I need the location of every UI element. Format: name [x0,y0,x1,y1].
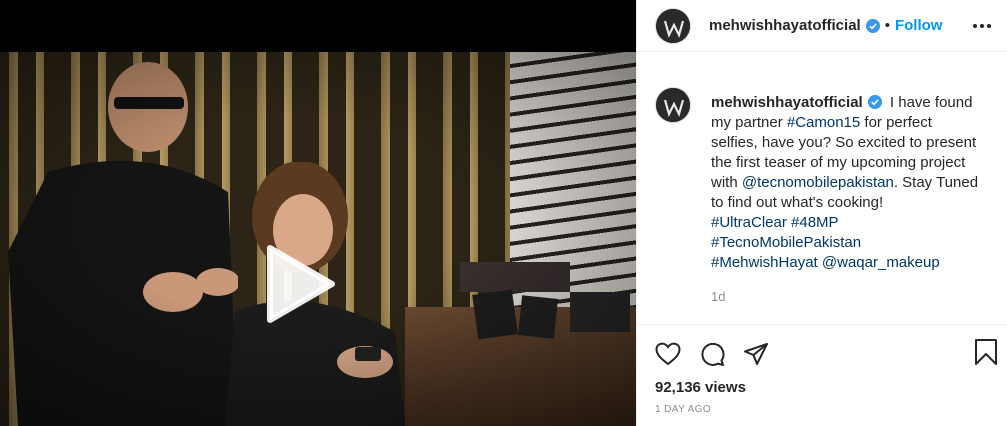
post-actions: 92,136 views 1 DAY AGO [637,324,1007,426]
separator-dot: • [884,17,890,34]
hashtag-mehwishhayat[interactable]: #MehwishHayat [711,254,818,271]
video-player[interactable] [0,52,636,426]
avatar-image [656,8,690,43]
heart-icon[interactable] [655,342,681,366]
caption-row: mehwishhayatofficial I have found my par… [655,80,995,307]
caption-timestamp[interactable]: 1d [711,287,979,307]
action-bar [637,325,1007,369]
bookmark-icon[interactable] [974,338,998,366]
hashtag-ultraclear[interactable]: #UltraClear [711,214,787,231]
mention-tecnomobilepakistan[interactable]: @tecnomobilepakistan [742,174,894,191]
play-icon[interactable] [262,242,336,326]
header-username[interactable]: mehwishhayatofficial [709,17,861,34]
video-vignette [0,52,636,426]
verified-badge-icon [865,18,880,33]
avatar[interactable] [655,7,691,44]
post-timestamp[interactable]: 1 DAY AGO [637,396,1007,415]
comment-icon[interactable] [699,341,725,367]
hashtag-tecnomobilepakistan[interactable]: #TecnoMobilePakistan [711,234,861,251]
header-user: mehwishhayatofficial • Follow [709,17,942,34]
post-media[interactable] [0,0,636,426]
hashtag-camon15[interactable]: #Camon15 [787,114,860,131]
verified-badge-icon [867,95,882,109]
caption-area: mehwishhayatofficial I have found my par… [655,80,995,318]
post-header: mehwishhayatofficial • Follow [637,0,1007,52]
share-icon[interactable] [743,342,769,366]
post-sidebar: mehwishhayatofficial • Follow mehwishhay… [636,0,1007,426]
view-count[interactable]: 92,136 views [637,369,1007,396]
caption-text: mehwishhayatofficial I have found my par… [711,80,979,307]
avatar-image [656,88,690,122]
mention-waqar-makeup[interactable]: @waqar_makeup [822,254,940,271]
caption-username[interactable]: mehwishhayatofficial [711,94,863,111]
follow-button[interactable]: Follow [895,17,943,34]
hashtag-48mp[interactable]: #48MP [791,214,839,231]
more-options-icon[interactable] [971,17,993,35]
caption-avatar[interactable] [655,87,691,123]
